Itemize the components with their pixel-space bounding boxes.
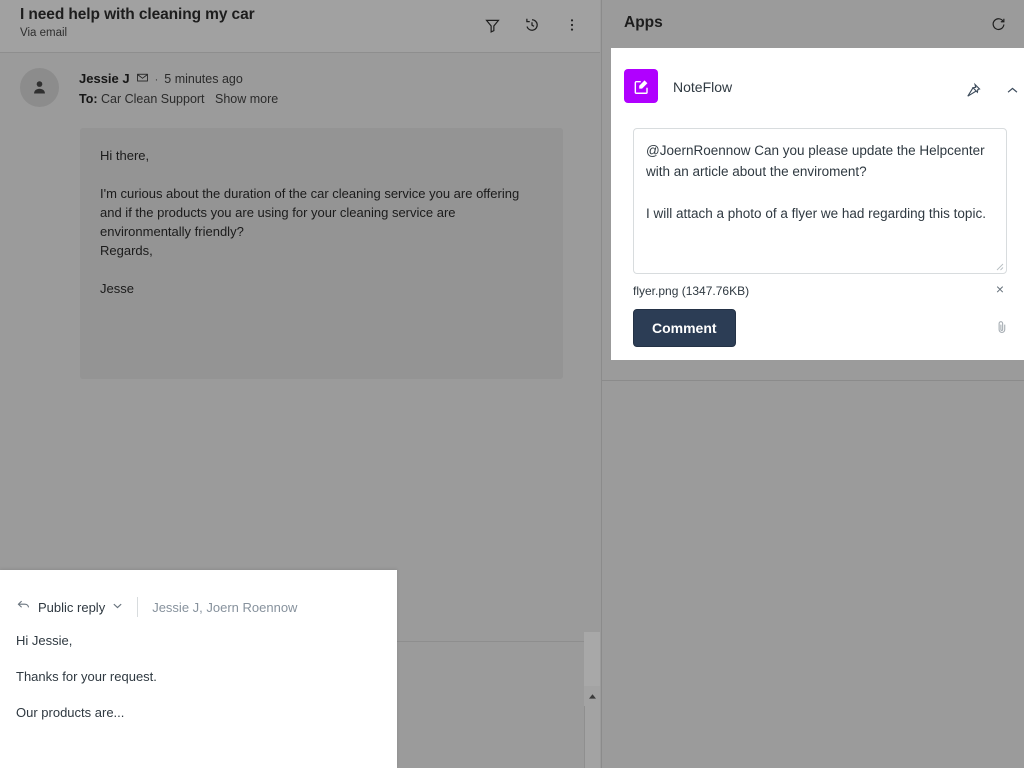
app-name: NoteFlow: [673, 79, 732, 95]
ticket-channel-label: Via email: [20, 27, 67, 39]
comment-button[interactable]: Comment: [633, 309, 736, 347]
pin-icon[interactable]: [960, 77, 986, 103]
reply-line: Hi Jessie,: [16, 632, 381, 650]
reply-toolbar: Public reply Jessie J, Joern Roennow: [0, 588, 397, 626]
avatar: [20, 68, 59, 107]
reply-line: Our products are...: [16, 704, 381, 722]
reply-editor-panel: Public reply Jessie J, Joern Roennow Hi …: [0, 570, 397, 768]
compose-note-icon: [624, 69, 658, 103]
message-timestamp: 5 minutes ago: [164, 72, 243, 86]
scrollbar-track[interactable]: [584, 632, 600, 686]
app-root: I need help with cleaning my car Via ema…: [0, 0, 1024, 768]
scroll-up-arrow-icon[interactable]: [584, 686, 600, 706]
reply-draft-body[interactable]: Hi Jessie, Thanks for your request. Our …: [16, 632, 381, 722]
envelope-icon: [136, 71, 149, 87]
message-line: and if the products you are using for yo…: [100, 203, 543, 222]
spacer: [100, 260, 543, 279]
to-label: To:: [79, 92, 98, 106]
ticket-header-actions: [480, 13, 584, 37]
chevron-up-icon[interactable]: [999, 77, 1024, 103]
show-more-link[interactable]: Show more: [215, 92, 278, 106]
page-title: I need help with cleaning my car: [20, 6, 255, 24]
reply-arrow-icon: [16, 597, 31, 617]
refresh-icon[interactable]: [986, 12, 1010, 36]
message-line: Jesse: [100, 279, 543, 298]
filter-icon[interactable]: [480, 13, 504, 37]
attachment-row: flyer.png (1347.76KB) ×: [633, 282, 1007, 302]
reply-type-label: Public reply: [38, 600, 105, 615]
message-recipients: To: Car Clean Support Show more: [79, 92, 278, 106]
reply-recipients[interactable]: Jessie J, Joern Roennow: [152, 600, 297, 615]
message-author: Jessie J: [79, 71, 130, 86]
message-line: Hi there,: [100, 146, 543, 165]
ticket-header: I need help with cleaning my car Via ema…: [0, 0, 600, 53]
meta-separator: ·: [155, 74, 159, 86]
spacer: [100, 165, 543, 184]
reply-type-selector[interactable]: Public reply: [16, 597, 123, 617]
close-icon[interactable]: ×: [993, 282, 1007, 296]
chevron-down-icon: [112, 598, 123, 616]
paperclip-icon[interactable]: [991, 316, 1013, 338]
message-body: Hi there, I'm curious about the duration…: [80, 128, 563, 379]
message-line: environmentally friendly?: [100, 222, 543, 241]
note-input[interactable]: [633, 128, 1007, 274]
to-value: Car Clean Support: [101, 92, 205, 106]
toolbar-divider: [137, 597, 138, 617]
apps-panel-divider: [602, 380, 1024, 381]
message-meta: Jessie J · 5 minutes ago: [79, 70, 243, 86]
message-line: I'm curious about the duration of the ca…: [100, 184, 543, 203]
apps-panel: Apps NoteFlow: [601, 0, 1024, 768]
app-card-noteflow: NoteFlow flyer.png (1347.7: [611, 48, 1024, 360]
more-options-icon[interactable]: [560, 13, 584, 37]
history-icon[interactable]: [520, 13, 544, 37]
app-card-header: NoteFlow: [611, 48, 1024, 104]
attachment-filename: flyer.png (1347.76KB): [633, 284, 749, 298]
apps-panel-title: Apps: [624, 14, 663, 32]
message-line: Regards,: [100, 241, 543, 260]
reply-line: Thanks for your request.: [16, 668, 381, 686]
